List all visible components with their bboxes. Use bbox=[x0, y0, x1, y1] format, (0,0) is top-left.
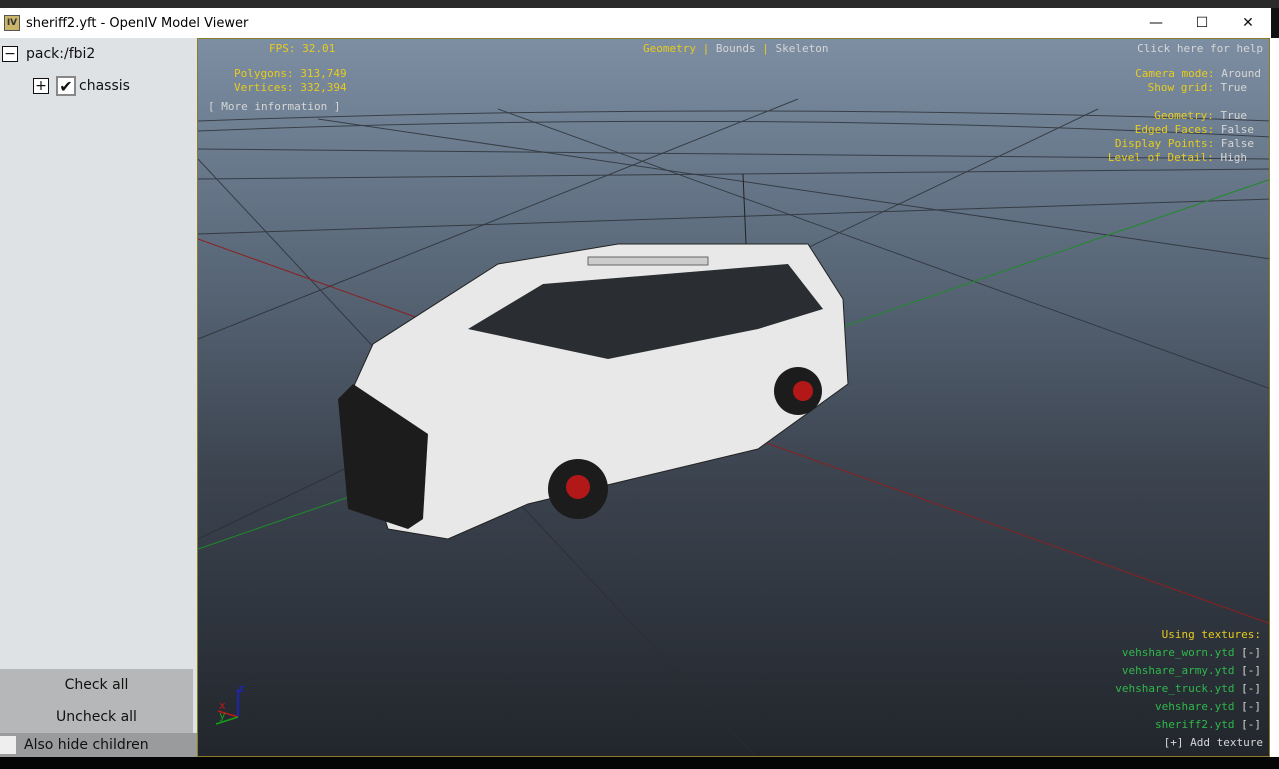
tree-node-chassis[interactable]: + ✔ chassis bbox=[33, 76, 130, 96]
setting-label: Display Points: bbox=[1114, 137, 1215, 150]
vertices-label: Vertices: bbox=[234, 81, 294, 94]
setting-label: Camera mode: bbox=[1135, 67, 1215, 80]
maximize-button[interactable]: ☐ bbox=[1179, 8, 1225, 38]
textures-title: Using textures: bbox=[1161, 628, 1261, 641]
remove-texture-button[interactable]: [-] bbox=[1241, 682, 1261, 695]
setting-value[interactable]: True bbox=[1221, 81, 1248, 94]
setting-edged-faces[interactable]: Edged Faces: False bbox=[1135, 123, 1254, 136]
texture-name: sheriff2.ytd bbox=[1155, 718, 1235, 731]
texture-name: vehshare.ytd bbox=[1155, 700, 1235, 713]
also-hide-children-checkbox[interactable] bbox=[0, 736, 16, 754]
polygons-readout: Polygons: 313,749 bbox=[234, 67, 347, 80]
setting-label: Level of Detail: bbox=[1107, 151, 1214, 164]
fps-value: 32.01 bbox=[302, 42, 336, 55]
setting-value[interactable]: False bbox=[1221, 123, 1254, 136]
minimize-button[interactable]: — bbox=[1133, 8, 1179, 38]
desktop-strip bbox=[0, 0, 1279, 8]
tab-bounds[interactable]: Bounds bbox=[716, 42, 756, 55]
remove-texture-button[interactable]: [-] bbox=[1241, 700, 1261, 713]
help-link[interactable]: Click here for help bbox=[1137, 42, 1263, 55]
texture-item: sheriff2.ytd [-] bbox=[1155, 718, 1261, 731]
more-information-link[interactable]: [ More information ] bbox=[208, 100, 340, 113]
tree-node-pack[interactable]: − pack:/fbi2 bbox=[2, 46, 95, 62]
texture-item: vehshare_worn.ytd [-] bbox=[1122, 646, 1261, 659]
setting-display-points[interactable]: Display Points: False bbox=[1115, 137, 1254, 150]
tree-node-label: pack:/fbi2 bbox=[26, 46, 96, 62]
tab-skeleton[interactable]: Skeleton bbox=[775, 42, 828, 55]
model-tree-panel: − pack:/fbi2 + ✔ chassis Check all Unche… bbox=[0, 38, 197, 757]
view-mode-tabs: Geometry | Bounds | Skeleton bbox=[643, 42, 828, 55]
title-bar[interactable]: IV sheriff2.yft - OpenIV Model Viewer — … bbox=[0, 8, 1271, 38]
taskbar-strip bbox=[0, 757, 1279, 769]
tab-separator: | bbox=[702, 42, 710, 55]
remove-texture-button[interactable]: [-] bbox=[1241, 646, 1261, 659]
chassis-checkbox[interactable]: ✔ bbox=[56, 76, 76, 96]
vehicle-model bbox=[338, 173, 849, 540]
setting-level-of-detail[interactable]: Level of Detail: High bbox=[1108, 151, 1247, 164]
tab-geometry[interactable]: Geometry bbox=[643, 42, 696, 55]
polygons-label: Polygons: bbox=[234, 67, 294, 80]
remove-texture-button[interactable]: [-] bbox=[1241, 664, 1261, 677]
vertices-readout: Vertices: 332,394 bbox=[234, 81, 347, 94]
setting-label: Edged Faces: bbox=[1134, 123, 1215, 136]
texture-name: vehshare_army.ytd bbox=[1121, 664, 1235, 677]
expand-icon[interactable]: + bbox=[33, 78, 49, 94]
uncheck-all-button[interactable]: Uncheck all bbox=[0, 701, 193, 733]
remove-texture-button[interactable]: [-] bbox=[1241, 718, 1261, 731]
setting-label: Show grid: bbox=[1147, 81, 1214, 94]
setting-label: Geometry: bbox=[1154, 109, 1214, 122]
openiv-app-icon: IV bbox=[4, 15, 20, 31]
vertices-value: 332,394 bbox=[300, 81, 347, 94]
fps-readout: FPS: 32.01 bbox=[269, 42, 335, 55]
texture-item: vehshare_truck.ytd [-] bbox=[1115, 682, 1261, 695]
tab-separator: | bbox=[762, 42, 769, 55]
check-all-button[interactable]: Check all bbox=[0, 669, 193, 701]
setting-camera-mode[interactable]: Camera mode: Around bbox=[1135, 67, 1261, 80]
axis-z-label: z bbox=[238, 682, 245, 695]
setting-value[interactable]: True bbox=[1221, 109, 1248, 122]
window-title: sheriff2.yft - OpenIV Model Viewer bbox=[26, 15, 249, 31]
setting-value[interactable]: High bbox=[1221, 151, 1248, 164]
polygons-value: 313,749 bbox=[300, 67, 347, 80]
scene-grid bbox=[198, 98, 1269, 756]
setting-show-grid[interactable]: Show grid: True bbox=[1148, 81, 1247, 94]
3d-viewport[interactable]: z x y FPS: 32.01 Polygons: 313,749 Verti… bbox=[197, 38, 1270, 757]
texture-name: vehshare_truck.ytd bbox=[1115, 682, 1235, 695]
setting-geometry[interactable]: Geometry: True bbox=[1154, 109, 1247, 122]
texture-item: vehshare_army.ytd [-] bbox=[1122, 664, 1261, 677]
setting-value[interactable]: False bbox=[1221, 137, 1254, 150]
texture-name: vehshare_worn.ytd bbox=[1121, 646, 1235, 659]
also-hide-children-label: Also hide children bbox=[24, 737, 149, 753]
axis-y-label: y bbox=[219, 709, 226, 722]
collapse-icon[interactable]: − bbox=[2, 46, 18, 62]
also-hide-children-option[interactable]: Also hide children bbox=[0, 733, 197, 757]
add-texture-button[interactable]: [+] Add texture bbox=[1164, 736, 1263, 749]
texture-item: vehshare.ytd [-] bbox=[1155, 700, 1261, 713]
background-window bbox=[1270, 38, 1279, 757]
fps-label: FPS: bbox=[269, 42, 296, 55]
tree-node-label: chassis bbox=[79, 78, 130, 94]
close-button[interactable]: ✕ bbox=[1225, 8, 1271, 38]
setting-value[interactable]: Around bbox=[1221, 67, 1261, 80]
